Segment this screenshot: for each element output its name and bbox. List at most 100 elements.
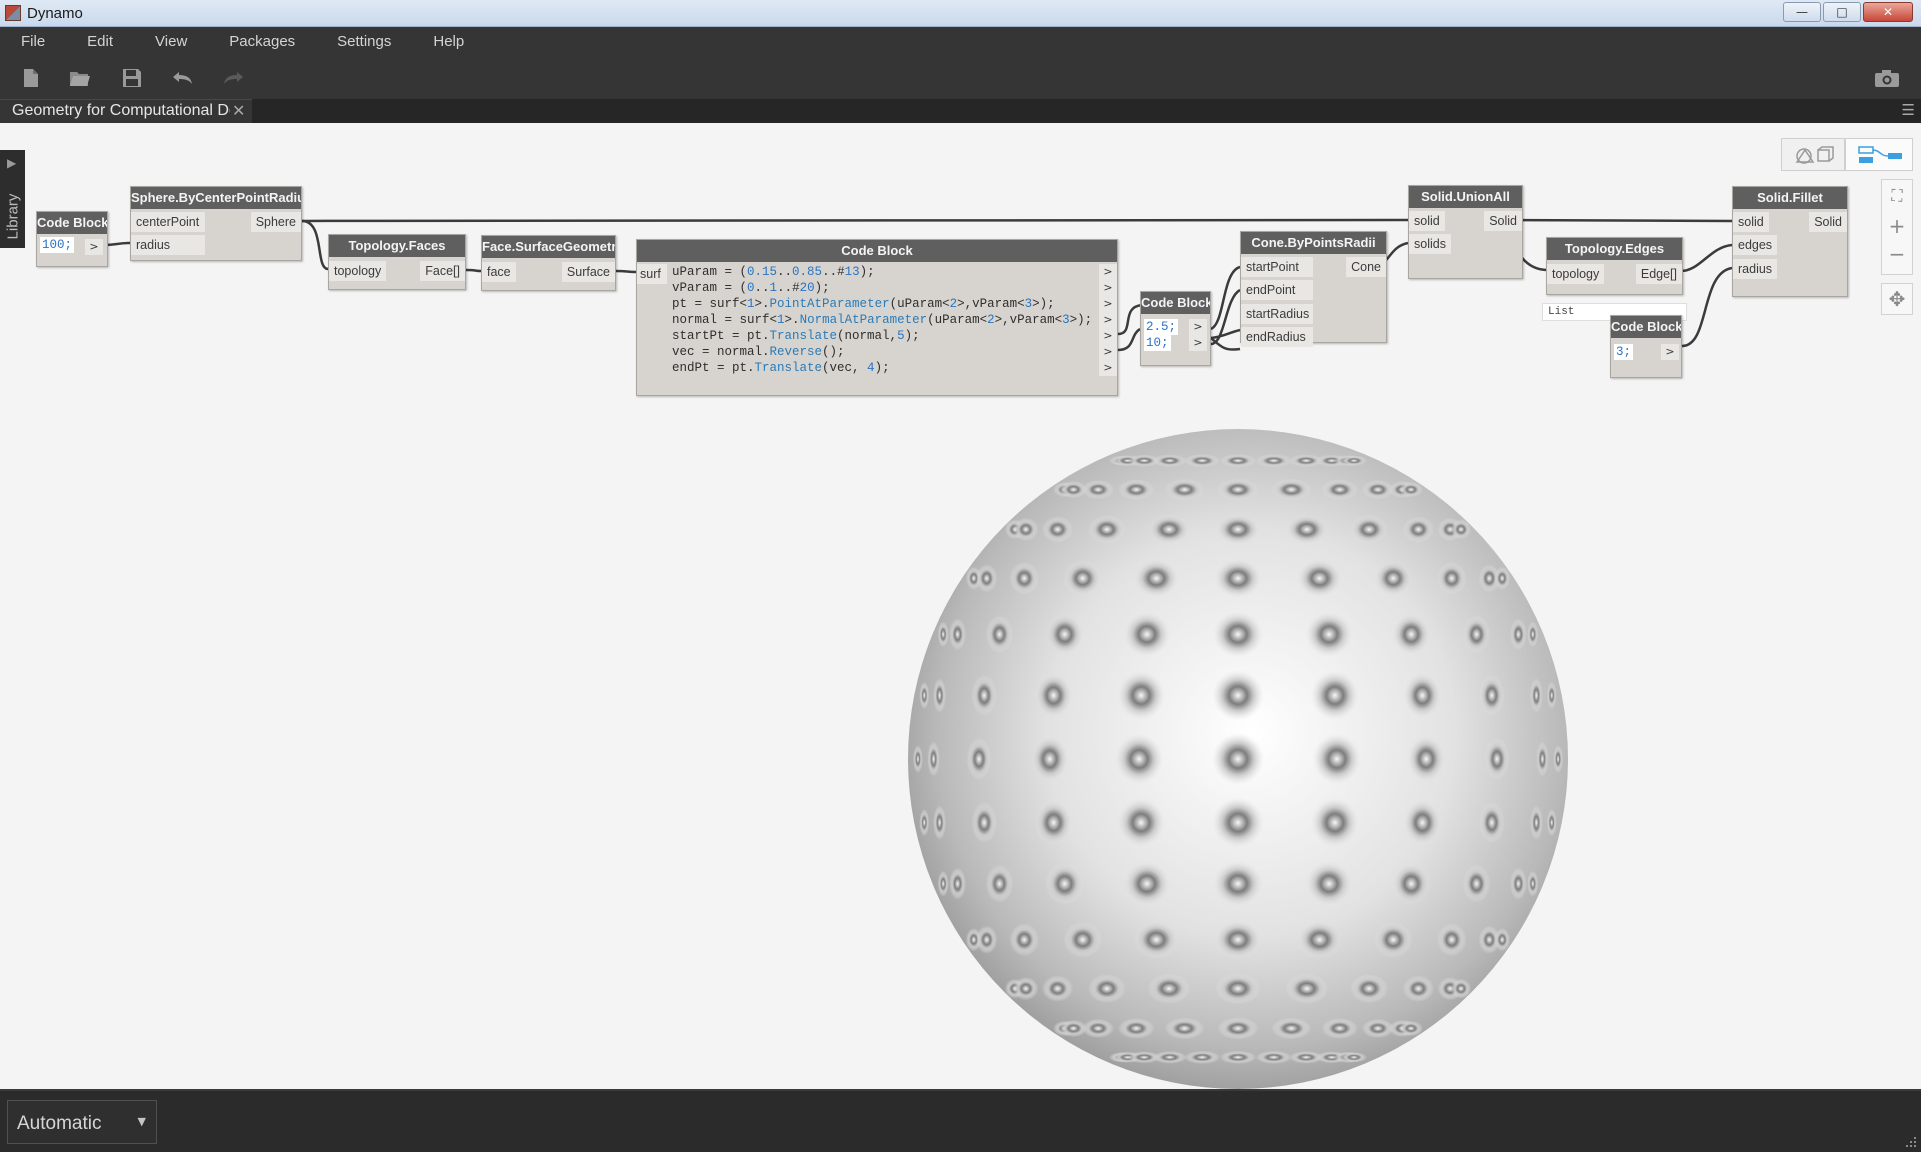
output-port-sphere[interactable]: Sphere xyxy=(250,212,301,232)
title-bar: Dynamo — □ ✕ xyxy=(0,0,1921,27)
solid-union-all-node[interactable]: Solid.UnionAll solid solids Solid xyxy=(1408,185,1523,279)
input-port-radius[interactable]: radius xyxy=(1733,259,1778,279)
node-title: Solid.UnionAll xyxy=(1409,186,1522,208)
output-port-2[interactable]: > xyxy=(1189,335,1207,351)
topology-edges-node[interactable]: Topology.Edges topology Edge[] xyxy=(1546,237,1683,295)
code-block-value[interactable]: 3; xyxy=(1614,344,1634,360)
output-port-4[interactable]: > xyxy=(1099,312,1117,328)
input-port-topology[interactable]: topology xyxy=(329,261,387,281)
input-port-solid[interactable]: solid xyxy=(1409,211,1445,231)
menu-file[interactable]: File xyxy=(0,27,66,57)
input-port-surf[interactable]: surf xyxy=(637,264,667,284)
code-line-1: uParam = (0.15..0.85..#13); xyxy=(672,265,875,279)
node-title: Topology.Faces xyxy=(329,235,465,257)
zoom-in-icon[interactable]: + xyxy=(1882,212,1912,240)
new-file-icon[interactable] xyxy=(20,67,42,89)
input-port-endradius[interactable]: endRadius xyxy=(1241,327,1313,347)
input-port-radius[interactable]: radius xyxy=(131,235,205,255)
output-port-solid[interactable]: Solid xyxy=(1484,211,1522,231)
chevron-down-icon: ▼ xyxy=(137,1115,146,1128)
open-folder-icon[interactable] xyxy=(68,67,90,89)
save-icon[interactable] xyxy=(121,67,143,89)
code-line-2[interactable]: 10; xyxy=(1144,335,1171,351)
solid-fillet-node[interactable]: Solid.Fillet solid edges radius Solid xyxy=(1732,186,1848,297)
output-port[interactable]: > xyxy=(1661,344,1679,360)
input-port-endpoint[interactable]: endPoint xyxy=(1241,280,1313,300)
menu-edit[interactable]: Edit xyxy=(66,27,134,57)
redo-icon[interactable] xyxy=(221,67,243,89)
graph-workspace[interactable]: ▶ Library Code Block 100; > Sphere.ByCen… xyxy=(0,123,1921,1089)
output-port-cone[interactable]: Cone xyxy=(1346,257,1386,277)
node-title: Code Block xyxy=(1611,316,1681,338)
tab-bar: Geometry for Computational Design ✕ ☰ xyxy=(0,99,1921,123)
tab-menu-icon[interactable]: ☰ xyxy=(1902,101,1915,119)
tab-label: Geometry for Computational Design xyxy=(12,102,230,119)
input-port-startpoint[interactable]: startPoint xyxy=(1241,257,1313,277)
toolbar xyxy=(0,57,1921,99)
output-port-faces[interactable]: Face[] xyxy=(420,261,465,281)
library-panel-toggle[interactable]: ▶ Library xyxy=(0,150,25,248)
menu-settings[interactable]: Settings xyxy=(316,27,412,57)
maximize-button[interactable]: □ xyxy=(1823,2,1861,22)
input-port-startradius[interactable]: startRadius xyxy=(1241,304,1313,324)
menu-help[interactable]: Help xyxy=(412,27,485,57)
graph-view-toggle[interactable] xyxy=(1845,138,1913,171)
input-port-face[interactable]: face xyxy=(482,262,516,282)
code-line-7: endPt = pt.Translate(vec, 4); xyxy=(672,361,890,375)
camera-icon[interactable] xyxy=(1874,67,1899,89)
resize-grip-icon[interactable] xyxy=(1905,1136,1917,1148)
code-editor[interactable]: uParam = (0.15..0.85..#13); vParam = (0..… xyxy=(672,264,1092,376)
code-line-2: vParam = (0..1..#20); xyxy=(672,281,830,295)
node-title: Cone.ByPointsRadii xyxy=(1241,232,1386,254)
undo-icon[interactable] xyxy=(171,67,193,89)
code-line-4: normal = surf<1>.NormalAtParameter(uPara… xyxy=(672,313,1093,327)
code-block-node-fillet-radius[interactable]: Code Block 3; > xyxy=(1610,315,1682,378)
zoom-controls: ⛶ + − xyxy=(1881,179,1913,275)
minimize-button[interactable]: — xyxy=(1783,2,1821,22)
output-port-1[interactable]: > xyxy=(1189,319,1207,335)
graph-view-icon xyxy=(1858,145,1904,170)
face-surface-geometry-node[interactable]: Face.SurfaceGeometry face Surface xyxy=(481,235,616,291)
output-port-solid[interactable]: Solid xyxy=(1809,212,1847,232)
output-port-2[interactable]: > xyxy=(1099,280,1117,296)
output-port-edges[interactable]: Edge[] xyxy=(1635,264,1682,284)
close-window-button[interactable]: ✕ xyxy=(1863,2,1913,22)
menu-packages[interactable]: Packages xyxy=(208,27,316,57)
sphere-by-center-point-radius-node[interactable]: Sphere.ByCenterPointRadius centerPoint r… xyxy=(130,186,302,261)
input-port-solid[interactable]: solid xyxy=(1733,212,1769,232)
cone-by-points-radii-node[interactable]: Cone.ByPointsRadii startPoint endPoint s… xyxy=(1240,231,1387,347)
tab-workspace[interactable]: Geometry for Computational Design ✕ xyxy=(0,99,252,123)
zoom-fit-icon[interactable]: ⛶ xyxy=(1882,182,1912,210)
run-mode-select[interactable]: Automatic ▼ xyxy=(7,1100,157,1144)
code-block-node-radii[interactable]: Code Block 2.5; 10; > > xyxy=(1140,291,1211,366)
menu-bar: File Edit View Packages Settings Help xyxy=(0,27,1921,57)
input-port-edges[interactable]: edges xyxy=(1733,235,1778,255)
code-line-6: vec = normal.Reverse(); xyxy=(672,345,845,359)
window-title: Dynamo xyxy=(27,5,83,22)
code-block-node-100[interactable]: Code Block 100; > xyxy=(36,211,108,267)
tab-close-icon[interactable]: ✕ xyxy=(232,101,245,120)
topology-faces-node[interactable]: Topology.Faces topology Face[] xyxy=(328,234,466,290)
node-title: Solid.Fillet xyxy=(1733,187,1847,209)
code-line-1[interactable]: 2.5; xyxy=(1144,319,1179,335)
pan-icon[interactable]: ✥ xyxy=(1881,283,1913,315)
output-port-7[interactable]: > xyxy=(1099,360,1117,376)
input-port-solids[interactable]: solids xyxy=(1409,234,1451,254)
output-port-6[interactable]: > xyxy=(1099,344,1117,360)
output-port-3[interactable]: > xyxy=(1099,296,1117,312)
code-block-node-cone-params[interactable]: Code Block surf uParam = (0.15..0.85..#1… xyxy=(636,239,1118,396)
run-mode-value: Automatic xyxy=(17,1113,102,1134)
dynamo-app-icon xyxy=(5,5,21,21)
output-port-5[interactable]: > xyxy=(1099,328,1117,344)
node-title: Code Block xyxy=(37,212,107,234)
input-port-topology[interactable]: topology xyxy=(1547,264,1605,284)
input-port-centerpoint[interactable]: centerPoint xyxy=(131,212,205,232)
zoom-out-icon[interactable]: − xyxy=(1882,240,1912,268)
code-block-value[interactable]: 100; xyxy=(40,237,75,253)
run-bar: Automatic ▼ xyxy=(0,1089,1921,1152)
output-port-1[interactable]: > xyxy=(1099,264,1117,280)
output-port-surface[interactable]: Surface xyxy=(561,262,615,282)
output-port[interactable]: > xyxy=(85,239,103,255)
geometry-view-toggle[interactable] xyxy=(1781,138,1845,171)
menu-view[interactable]: View xyxy=(134,27,208,57)
